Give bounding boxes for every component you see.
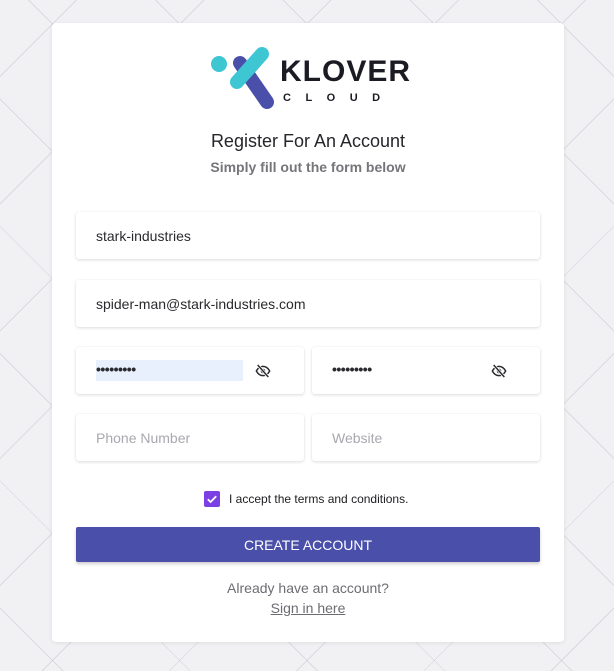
confirm-password-field[interactable]: •••••••••: [312, 347, 540, 394]
company-field[interactable]: [76, 212, 540, 259]
sign-in-row: Sign in here: [52, 600, 564, 616]
register-card: KLOVER CLOUD Register For An Account Sim…: [52, 23, 564, 642]
website-input[interactable]: [332, 414, 522, 461]
eye-off-icon[interactable]: [491, 363, 507, 379]
phone-input[interactable]: [96, 414, 286, 461]
page-title: Register For An Account: [210, 131, 406, 151]
checkmark-icon: [207, 495, 217, 504]
confirm-password-input[interactable]: •••••••••: [332, 347, 372, 394]
website-field[interactable]: [312, 414, 540, 461]
create-account-button[interactable]: CREATE ACCOUNT: [76, 527, 540, 562]
logo-subtext: CLOUD: [283, 92, 395, 104]
terms-checkbox[interactable]: [204, 491, 220, 507]
email-field[interactable]: [76, 280, 540, 327]
page-subtitle: Simply fill out the form below: [210, 159, 406, 175]
email-input[interactable]: [96, 280, 516, 327]
klover-cloud-logo: KLOVER CLOUD: [210, 45, 410, 115]
terms-label: I accept the terms and conditions.: [229, 492, 409, 506]
klover-logo-mark-icon: [211, 47, 274, 109]
terms-row: I accept the terms and conditions.: [204, 490, 408, 508]
eye-off-icon[interactable]: [255, 363, 271, 379]
logo-wordmark: KLOVER: [280, 55, 412, 88]
sign-in-link[interactable]: Sign in here: [271, 600, 346, 616]
already-have-account-text: Already have an account?: [227, 580, 389, 596]
password-input[interactable]: •••••••••: [96, 347, 136, 394]
password-field[interactable]: •••••••••: [76, 347, 304, 394]
company-input[interactable]: [96, 212, 516, 259]
phone-field[interactable]: [76, 414, 304, 461]
